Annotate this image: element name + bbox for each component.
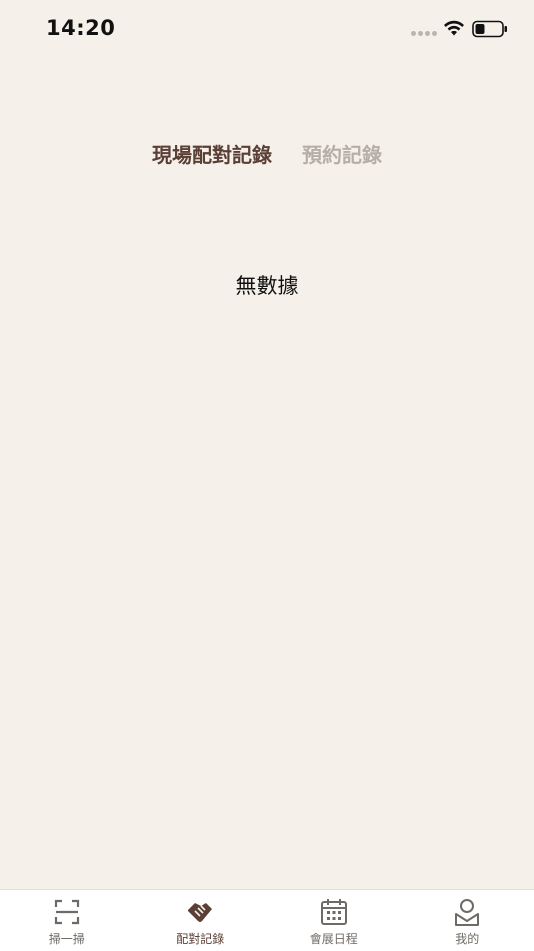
bottom-tab-bar: 掃一掃 配對記錄 會展日程 我的: [0, 889, 534, 951]
tab-appointment-records[interactable]: 預約記錄: [302, 138, 382, 174]
tabbar-label-scan: 掃一掃: [49, 930, 85, 947]
tab-onsite-matching-records[interactable]: 現場配對記錄: [152, 138, 272, 174]
scan-icon: [52, 897, 82, 927]
tabbar-label-exhibition-schedule: 會展日程: [310, 930, 358, 947]
cellular-signal-icon: [411, 31, 437, 36]
calendar-icon: [319, 897, 349, 927]
handshake-icon: [185, 897, 215, 927]
empty-state-text: 無數據: [0, 270, 534, 300]
status-bar: 14:20: [0, 0, 534, 58]
wifi-icon: [443, 19, 465, 37]
tabbar-label-profile: 我的: [455, 930, 479, 947]
tabbar-item-scan[interactable]: 掃一掃: [0, 890, 134, 951]
tabbar-label-matching-records: 配對記錄: [176, 930, 224, 947]
tabbar-item-exhibition-schedule[interactable]: 會展日程: [267, 890, 401, 951]
tabbar-item-matching-records[interactable]: 配對記錄: [134, 890, 268, 951]
battery-icon: [472, 20, 508, 38]
record-tabs: 現場配對記錄 預約記錄: [0, 138, 534, 174]
tabbar-item-profile[interactable]: 我的: [401, 890, 534, 951]
profile-icon: [452, 897, 482, 927]
status-time: 14:20: [46, 16, 115, 40]
